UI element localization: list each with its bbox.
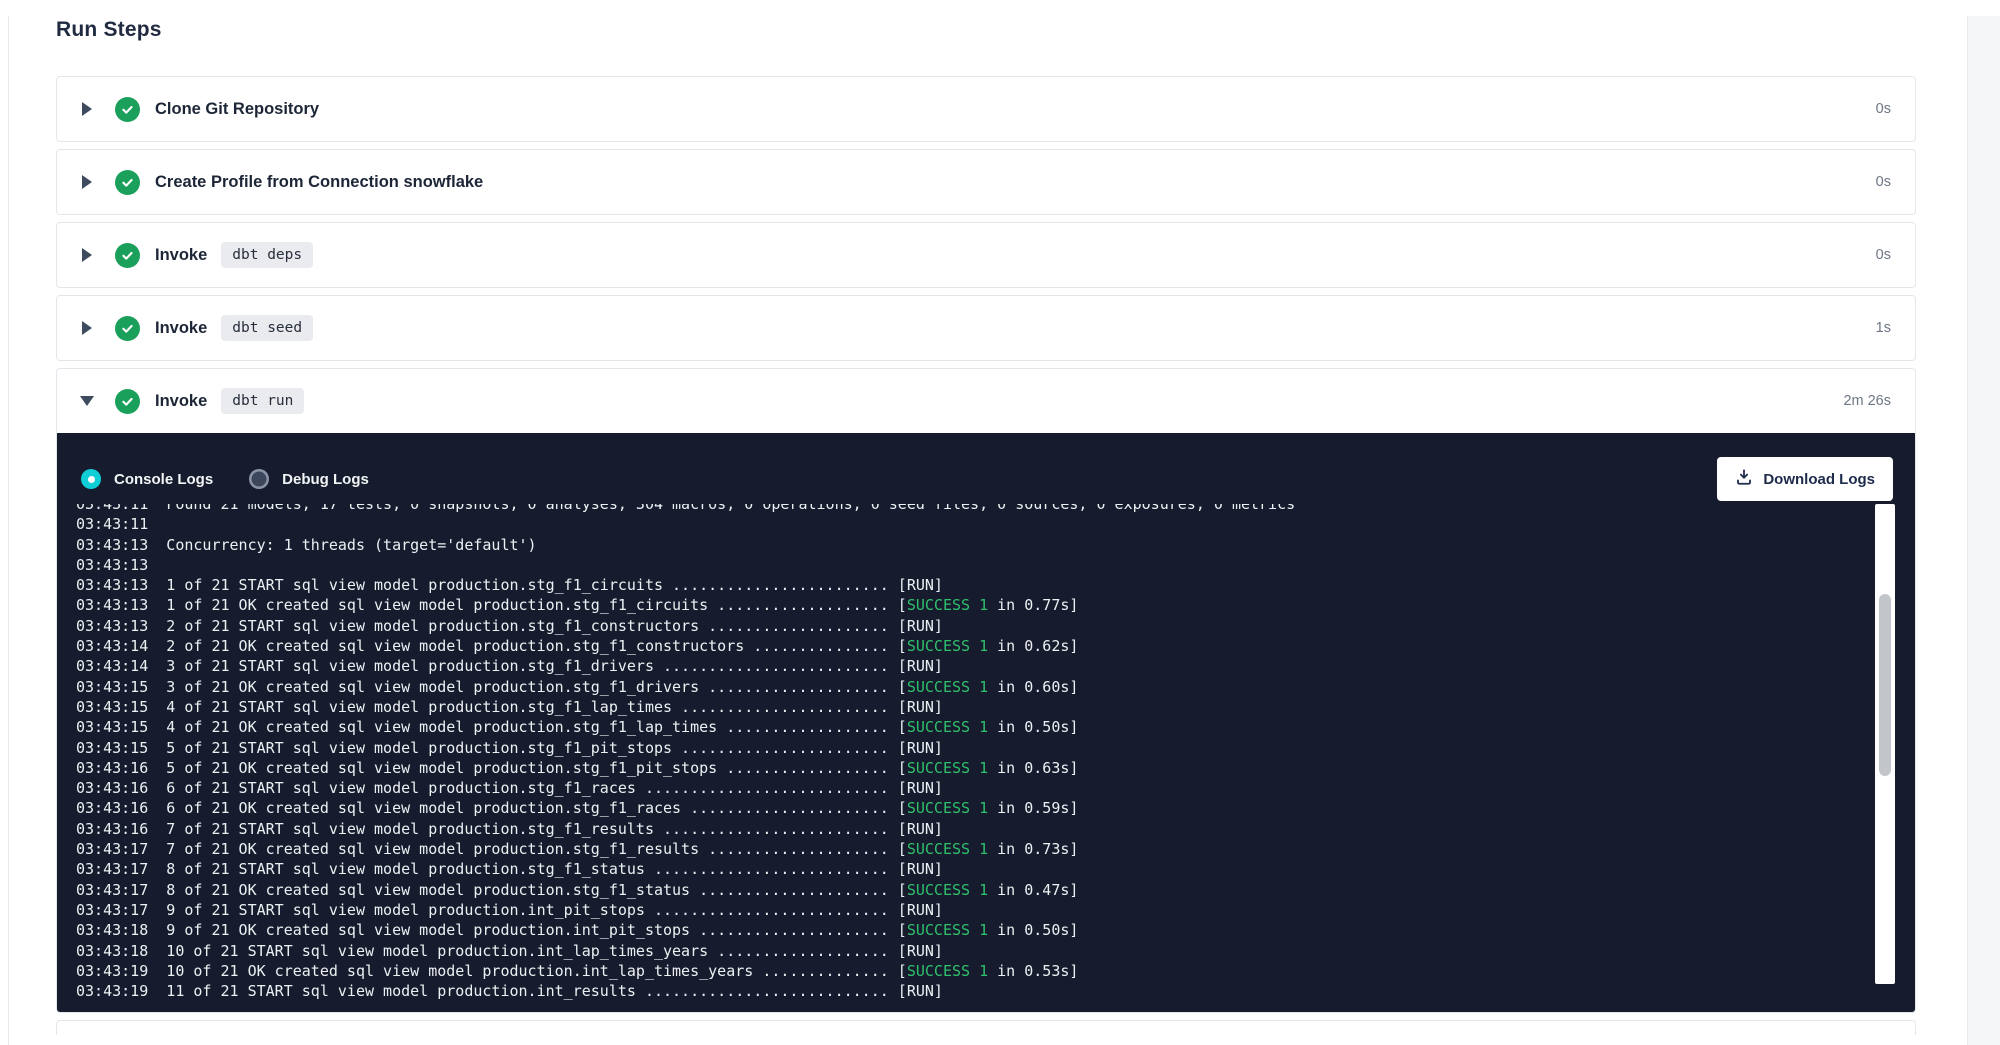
log-line: 03:43:17 8 of 21 START sql view model pr… [76, 860, 943, 878]
tab-label: Console Logs [114, 471, 213, 488]
log-line: 03:43:13 Concurrency: 1 threads (target=… [76, 536, 537, 554]
log-line: 03:43:15 4 of 21 START sql view model pr… [76, 698, 943, 716]
log-line: 03:43:11 [76, 515, 166, 533]
caret-shape [82, 102, 92, 116]
caret-right-icon[interactable] [81, 175, 93, 189]
caret-shape [82, 248, 92, 262]
caret-right-icon[interactable] [81, 321, 93, 335]
step-row[interactable]: Invoke dbt deps 0s [57, 223, 1915, 287]
radio-selected-icon[interactable] [81, 469, 101, 489]
tab-debug-logs[interactable]: Debug Logs [249, 469, 369, 489]
tab-console-logs[interactable]: Console Logs [81, 469, 213, 489]
step-card: Invoke dbt deps 0s [56, 222, 1916, 288]
log-status-success: SUCCESS 1 [907, 962, 988, 980]
page-right-gutter [1967, 16, 2000, 1045]
step-duration: 2m 26s [1843, 393, 1891, 409]
run-steps-section: Run Steps Clone Git Repository0sCreate P… [56, 16, 1916, 1035]
log-line: 03:43:15 5 of 21 START sql view model pr… [76, 739, 943, 757]
log-line: 03:43:11 Found 21 models, 17 tests, 0 sn… [76, 504, 1295, 513]
success-icon [115, 170, 140, 195]
log-status-success: SUCCESS 1 [907, 799, 988, 817]
log-line: 03:43:16 6 of 21 OK created sql view mod… [76, 799, 1078, 817]
success-icon [115, 243, 140, 268]
log-line: 03:43:17 8 of 21 OK created sql view mod… [76, 881, 1078, 899]
step-duration: 0s [1876, 101, 1891, 117]
log-status-success: SUCCESS 1 [907, 921, 988, 939]
left-panel-divider [8, 16, 9, 1045]
log-status-success: SUCCESS 1 [907, 678, 988, 696]
log-line: 03:43:16 7 of 21 START sql view model pr… [76, 820, 943, 838]
step-label: Invoke [155, 319, 207, 338]
step-card: Create Profile from Connection snowflake… [56, 149, 1916, 215]
success-icon [115, 97, 140, 122]
log-line: 03:43:18 10 of 21 START sql view model p… [76, 942, 943, 960]
caret-down-icon[interactable] [81, 396, 93, 406]
log-line: 03:43:15 3 of 21 OK created sql view mod… [76, 678, 1078, 696]
log-line: 03:43:13 2 of 21 START sql view model pr… [76, 617, 943, 635]
step-command-badge: dbt seed [221, 315, 313, 341]
log-scrollbar-track[interactable] [1875, 504, 1895, 984]
step-label: Clone Git Repository [155, 100, 319, 119]
log-line: 03:43:17 9 of 21 START sql view model pr… [76, 901, 943, 919]
step-row[interactable]: Create Profile from Connection snowflake… [57, 150, 1915, 214]
download-logs-button[interactable]: Download Logs [1717, 457, 1893, 501]
console-log-viewport[interactable]: 03:43:11 Found 21 models, 17 tests, 0 sn… [76, 504, 1795, 1009]
log-line: 03:43:17 7 of 21 OK created sql view mod… [76, 840, 1078, 858]
log-status-success: SUCCESS 1 [907, 596, 988, 614]
log-scrollbar-thumb[interactable] [1879, 594, 1891, 776]
caret-shape [80, 396, 94, 406]
step-duration: 0s [1876, 174, 1891, 190]
step-row[interactable]: Invoke dbt seed 1s [57, 296, 1915, 360]
step-label: Invoke [155, 392, 207, 411]
caret-right-icon[interactable] [81, 102, 93, 116]
step-row[interactable]: Clone Git Repository 0s [57, 77, 1915, 141]
radio-dot [88, 476, 95, 483]
log-line: 03:43:19 11 of 21 START sql view model p… [76, 982, 943, 1000]
page-title: Run Steps [56, 16, 1916, 44]
log-panel-header: Console Logs Debug Logs Download Logs [57, 433, 1915, 505]
steps-list: Clone Git Repository0sCreate Profile fro… [56, 76, 1916, 1013]
log-line: 03:43:14 2 of 21 OK created sql view mod… [76, 637, 1078, 655]
success-icon [115, 316, 140, 341]
success-icon [115, 389, 140, 414]
step-label: Create Profile from Connection snowflake [155, 173, 483, 192]
log-line: 03:43:15 4 of 21 OK created sql view mod… [76, 718, 1078, 736]
log-line: 03:43:13 1 of 21 START sql view model pr… [76, 576, 943, 594]
caret-shape [82, 175, 92, 189]
log-type-radio-group: Console Logs Debug Logs [81, 469, 369, 489]
next-step-card-partial[interactable] [56, 1020, 1916, 1035]
caret-right-icon[interactable] [81, 248, 93, 262]
log-line: 03:43:16 5 of 21 OK created sql view mod… [76, 759, 1078, 777]
step-label: Invoke [155, 246, 207, 265]
step-card: Invoke dbt run 2m 26s Console Logs Debug Log… [56, 368, 1916, 1013]
step-duration: 0s [1876, 247, 1891, 263]
step-card: Clone Git Repository 0s [56, 76, 1916, 142]
log-status-success: SUCCESS 1 [907, 759, 988, 777]
step-command-badge: dbt run [221, 388, 304, 414]
radio-icon[interactable] [249, 469, 269, 489]
log-line: 03:43:13 1 of 21 OK created sql view mod… [76, 596, 1078, 614]
log-line: 03:43:19 10 of 21 OK created sql view mo… [76, 962, 1078, 980]
log-line: 03:43:16 6 of 21 START sql view model pr… [76, 779, 943, 797]
log-status-success: SUCCESS 1 [907, 718, 988, 736]
log-line: 03:43:18 9 of 21 OK created sql view mod… [76, 921, 1078, 939]
step-card: Invoke dbt seed 1s [56, 295, 1916, 361]
download-icon [1735, 468, 1753, 490]
log-line: 03:43:13 [76, 556, 166, 574]
download-logs-label: Download Logs [1763, 471, 1875, 488]
step-duration: 1s [1876, 320, 1891, 336]
step-row[interactable]: Invoke dbt run 2m 26s [57, 369, 1915, 433]
step-command-badge: dbt deps [221, 242, 313, 268]
log-status-success: SUCCESS 1 [907, 637, 988, 655]
log-status-success: SUCCESS 1 [907, 840, 988, 858]
log-status-success: SUCCESS 1 [907, 881, 988, 899]
caret-shape [82, 321, 92, 335]
tab-label: Debug Logs [282, 471, 369, 488]
log-panel: Console Logs Debug Logs Download Logs 03:43… [57, 433, 1915, 1012]
log-line: 03:43:14 3 of 21 START sql view model pr… [76, 657, 943, 675]
console-log-output: 03:43:11 Found 21 models, 17 tests, 0 sn… [76, 504, 1795, 1001]
